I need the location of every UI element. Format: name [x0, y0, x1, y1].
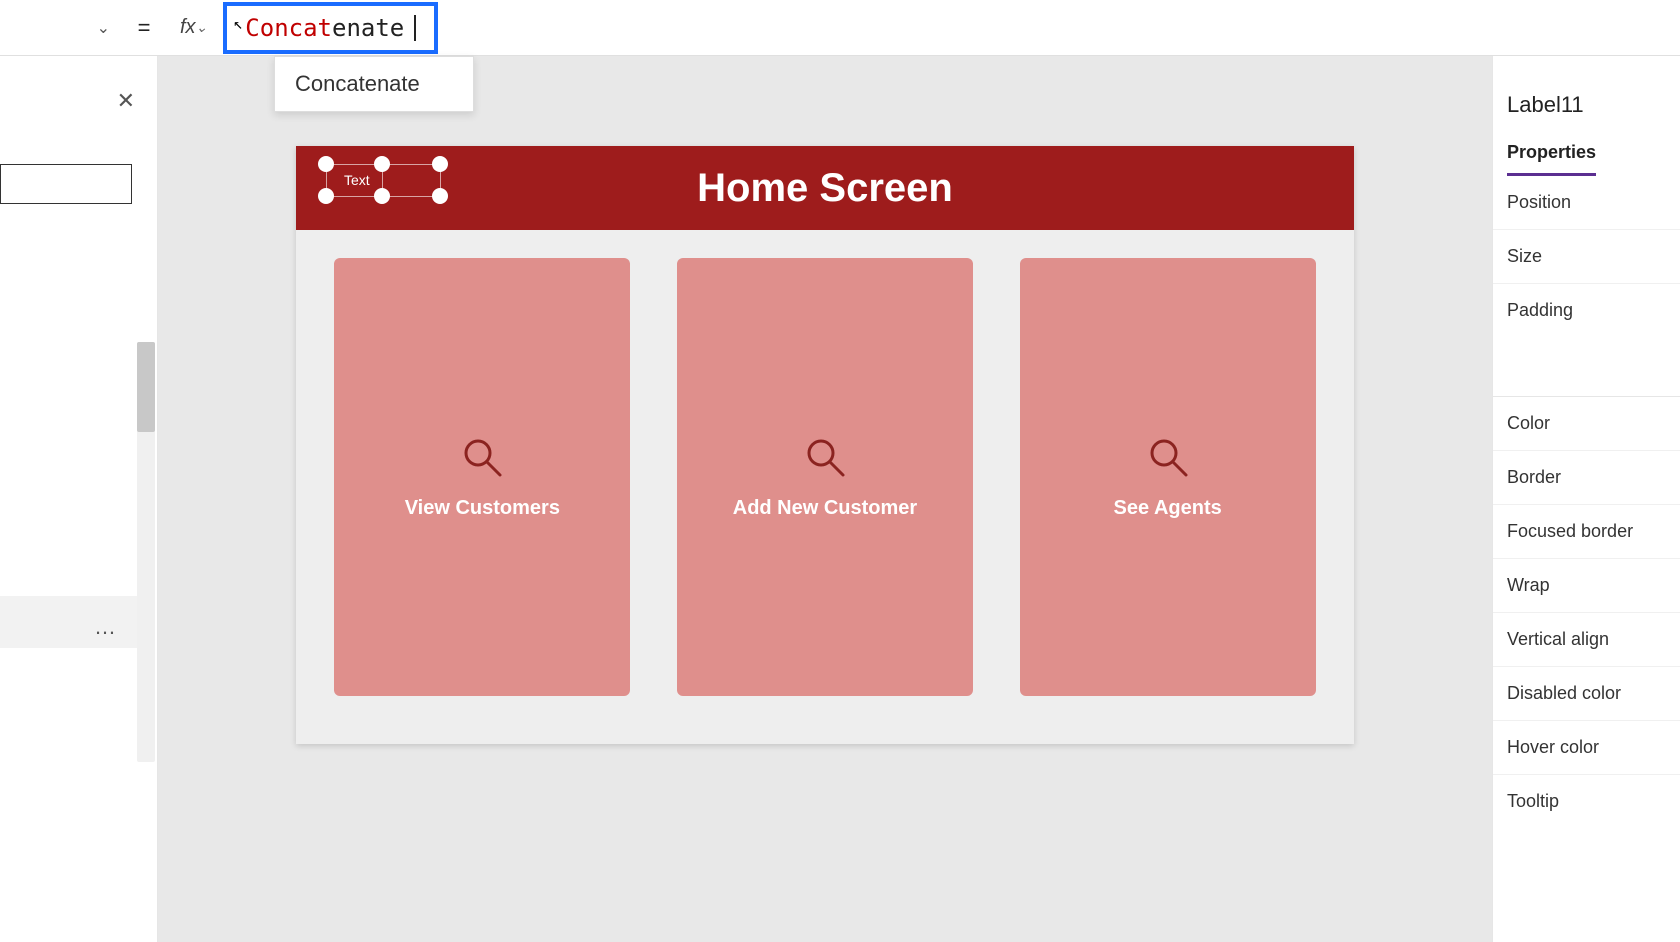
prop-hover-color[interactable]: Hover color: [1493, 721, 1680, 775]
resize-handle[interactable]: [374, 188, 390, 204]
tab-properties[interactable]: Properties: [1507, 136, 1596, 176]
search-icon: [1146, 435, 1190, 479]
suggestion-popup[interactable]: Concatenate: [274, 56, 474, 112]
more-icon[interactable]: …: [94, 614, 118, 640]
resize-handle[interactable]: [318, 188, 334, 204]
chevron-down-icon: ⌄: [97, 18, 110, 38]
property-dropdown[interactable]: ⌄: [0, 8, 124, 48]
prop-disabled-color[interactable]: Disabled color: [1493, 667, 1680, 721]
formula-text-prefix: Concat: [245, 14, 332, 42]
search-input[interactable]: [0, 164, 132, 204]
suggestion-item[interactable]: Concatenate: [295, 71, 420, 96]
card-add-customer[interactable]: Add New Customer: [677, 258, 973, 696]
card-view-customers[interactable]: View Customers: [334, 258, 630, 696]
card-label: Add New Customer: [733, 497, 917, 520]
prop-size[interactable]: Size: [1493, 230, 1680, 284]
formula-text-rest: enate: [332, 14, 404, 42]
text-caret: [414, 15, 416, 41]
prop-border[interactable]: Border: [1493, 451, 1680, 505]
resize-handle[interactable]: [374, 156, 390, 172]
resize-handle[interactable]: [318, 156, 334, 172]
cursor-icon: ↖: [233, 14, 243, 33]
search-icon: [803, 435, 847, 479]
chevron-down-icon: ⌄: [196, 19, 218, 36]
formula-input[interactable]: ↖ Concatenate: [223, 2, 438, 54]
prop-tooltip[interactable]: Tooltip: [1493, 775, 1680, 828]
fx-text: fx: [180, 16, 196, 39]
tree-view-panel: ✕ …: [0, 56, 158, 942]
selected-label-text: Text: [344, 172, 370, 188]
scrollbar-thumb[interactable]: [137, 342, 155, 432]
canvas[interactable]: Text Home Screen View Customers Add New …: [158, 56, 1492, 942]
search-icon: [460, 435, 504, 479]
scrollbar[interactable]: [137, 342, 155, 762]
prop-padding[interactable]: Padding: [1493, 284, 1680, 337]
formula-bar: ⌄ = fx ⌄ ↖ Concatenate: [0, 0, 1680, 56]
card-label: View Customers: [405, 497, 560, 520]
screen-title: Home Screen: [697, 166, 953, 211]
close-icon[interactable]: ✕: [117, 88, 135, 114]
equals-label: =: [124, 15, 164, 41]
prop-color[interactable]: Color: [1493, 397, 1680, 451]
prop-vertical-align[interactable]: Vertical align: [1493, 613, 1680, 667]
selection-box[interactable]: Text: [318, 156, 450, 204]
prop-wrap[interactable]: Wrap: [1493, 559, 1680, 613]
resize-handle[interactable]: [432, 156, 448, 172]
card-see-agents[interactable]: See Agents: [1020, 258, 1316, 696]
prop-position[interactable]: Position: [1493, 176, 1680, 230]
tree-selected-row[interactable]: [0, 596, 140, 648]
workspace: ✕ … Tex: [0, 56, 1680, 942]
prop-focused-border[interactable]: Focused border: [1493, 505, 1680, 559]
card-row: View Customers Add New Customer See Agen…: [296, 230, 1354, 724]
screen-header: Text Home Screen: [296, 146, 1354, 230]
resize-handle[interactable]: [432, 188, 448, 204]
fx-label[interactable]: fx ⌄: [164, 16, 223, 39]
app-screen[interactable]: Text Home Screen View Customers Add New …: [296, 146, 1354, 744]
selected-control-name: Label11: [1493, 86, 1680, 136]
properties-panel: Label11 Properties Position Size Padding…: [1492, 56, 1680, 942]
card-label: See Agents: [1114, 497, 1222, 520]
